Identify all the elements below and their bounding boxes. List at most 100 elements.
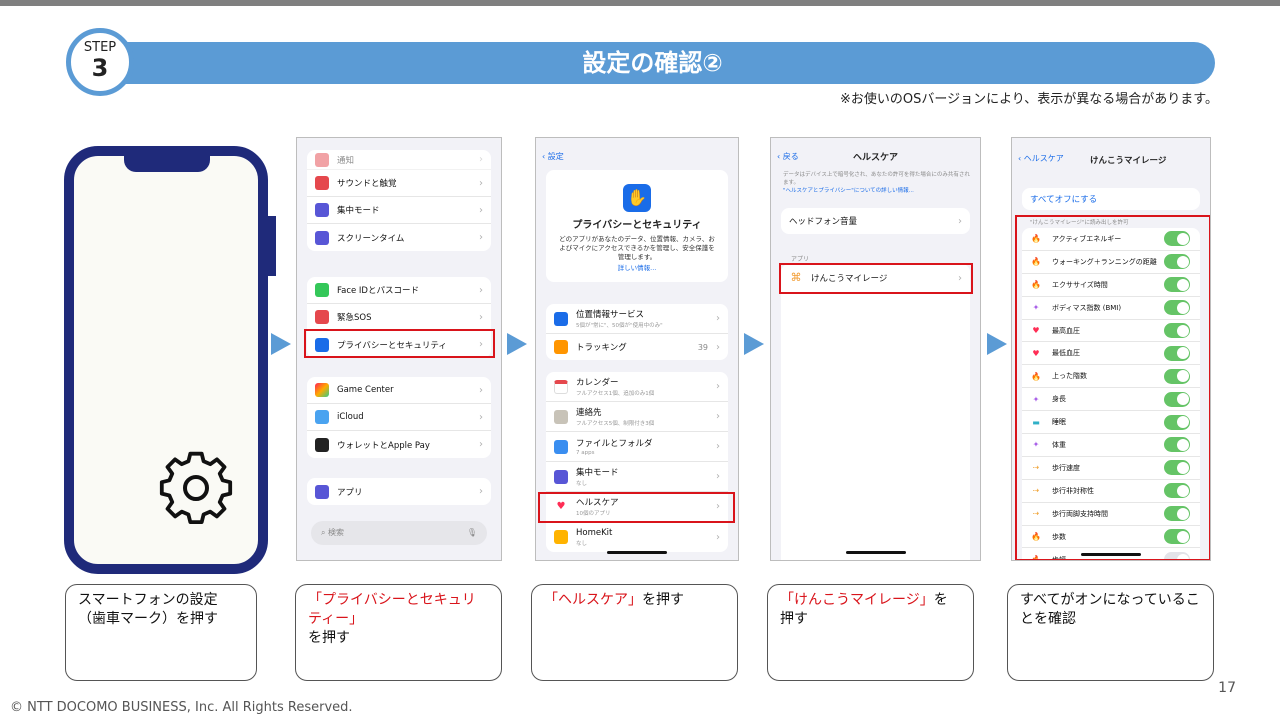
row-label: スクリーンタイム — [337, 233, 405, 244]
caption-text: を押す — [642, 592, 684, 608]
arrow-right-icon — [744, 333, 764, 355]
row-sub: フルアクセス1個、追加のみ1個 — [576, 391, 655, 397]
privacy-link[interactable]: 詳しい情報... — [546, 262, 728, 272]
search-placeholder: 検索 — [328, 528, 345, 537]
caption-step2: 「プライバシーとセキュリティー」 を押す — [295, 584, 502, 681]
all-off-button[interactable]: すべてオフにする — [1022, 188, 1200, 210]
row-label: 位置情報サービス — [576, 310, 645, 320]
step-label: STEP — [83, 40, 117, 55]
privacy-row-focus[interactable]: 集中モード なし › — [546, 462, 728, 492]
mic-icon[interactable]: 🎙 — [467, 521, 477, 545]
page-title: 設定の確認② — [582, 49, 723, 77]
settings-row-gamecenter[interactable]: Game Center › — [307, 377, 491, 404]
health-title: ヘルスケア — [852, 153, 898, 163]
row-label: ヘッドフォン音量 — [789, 217, 858, 227]
row-label: トラッキング — [576, 343, 627, 353]
settings-row-sound[interactable]: サウンドと触覚 › — [307, 170, 491, 197]
moon-icon — [315, 203, 329, 217]
search-icon: ⌕ — [321, 528, 326, 537]
calendar-icon — [554, 379, 568, 394]
highlight-privacy — [304, 329, 495, 358]
row-label: 連絡先 — [576, 408, 602, 418]
chevron-right-icon: › — [479, 232, 483, 243]
os-version-note: ※お使いのOSバージョンにより、表示が異なる場合があります。 — [839, 92, 1218, 107]
settings-row-sos[interactable]: 緊急SOS › — [307, 304, 491, 331]
caption-text: スマートフォンの設定 （歯車マーク）を押す — [78, 592, 218, 627]
row-sub: 5個が"常に"、50個が"使用中のみ" — [576, 323, 663, 329]
copyright: © NTT DOCOMO BUSINESS, Inc. All Rights R… — [10, 700, 353, 715]
row-label: Face IDとパスコード — [337, 286, 419, 296]
privacy-row-homekit[interactable]: HomeKit なし › — [546, 522, 728, 552]
settings-row-icloud[interactable]: iCloud › — [307, 404, 491, 431]
highlight-health — [538, 492, 735, 523]
settings-row-wallet[interactable]: ウォレットとApple Pay › — [307, 431, 491, 458]
privacy-row-contacts[interactable]: 連絡先 フルアクセス5個、制限付き3個 › — [546, 402, 728, 432]
row-label: Game Center — [337, 385, 394, 395]
caption-step5: すべてがオンになっていることを確認 — [1007, 584, 1214, 681]
gamecenter-icon — [315, 383, 329, 397]
privacy-row-files[interactable]: ファイルとフォルダ 7 apps › — [546, 432, 728, 462]
row-label: HomeKit — [576, 527, 613, 538]
settings-row-notifications[interactable]: 通知 › — [307, 150, 491, 170]
row-label: 通知 — [337, 155, 355, 166]
caption-step1: スマートフォンの設定 （歯車マーク）を押す — [65, 584, 257, 681]
tracking-icon — [554, 340, 568, 354]
speaker-icon — [315, 176, 329, 190]
row-sub: なし — [576, 481, 588, 487]
location-icon — [554, 311, 568, 326]
faceid-icon — [315, 283, 329, 297]
chevron-right-icon: › — [479, 486, 483, 497]
chevron-right-icon: › — [479, 284, 483, 296]
chevron-right-icon: › — [479, 411, 483, 423]
settings-row-focus[interactable]: 集中モード › — [307, 197, 491, 224]
privacy-row-calendar[interactable]: カレンダーフルアクセス1個、追加のみ1個 › — [546, 372, 728, 402]
home-indicator — [1081, 553, 1141, 556]
settings-row-screentime[interactable]: スクリーンタイム › — [307, 224, 491, 251]
privacy-group-b: カレンダーフルアクセス1個、追加のみ1個 › 連絡先 フルアクセス5個、制限付き3個… — [546, 372, 728, 552]
health-row-headphone[interactable]: ヘッドフォン音量 › — [781, 208, 970, 234]
highlight-kenko — [779, 263, 973, 294]
back-button[interactable]: ‹ ヘルスケア — [1018, 153, 1064, 164]
chevron-right-icon: › — [716, 531, 720, 543]
privacy-row-location[interactable]: 位置情報サービス 5個が"常に"、50個が"使用中のみ" › — [546, 304, 728, 334]
phone-notch — [124, 154, 210, 172]
row-label: アプリ — [337, 487, 363, 498]
health-description: データはデバイス上で暗号化され、あなたの許可を得た場合にのみ共有されます。 "ヘ… — [783, 171, 970, 195]
privacy-header-card: ✋ プライバシーとセキュリティ どのアプリがあなたのデータ、位置情報、カメラ、お… — [546, 170, 728, 282]
caption-highlight: 「けんこうマイレージ」 — [780, 592, 934, 608]
back-button[interactable]: ‹ 設定 — [542, 151, 564, 162]
privacy-screen: ‹ 設定 ✋ プライバシーとセキュリティ どのアプリがあなたのデータ、位置情報、… — [535, 137, 739, 561]
caption-text: すべてがオンになっていることを確認 — [1020, 592, 1200, 627]
settings-group-low: Game Center › iCloud › ウォレットとApple Pay › — [307, 377, 491, 458]
kenko-all-off-group: すべてオフにする — [1022, 188, 1200, 210]
row-label: カレンダー — [576, 378, 619, 388]
health-link[interactable]: "ヘルスケアとプライバシー"についての詳しい情報... — [783, 188, 914, 194]
home-indicator — [845, 551, 906, 554]
home-icon — [554, 530, 568, 544]
chevron-right-icon: › — [958, 215, 962, 227]
chevron-right-icon: › — [479, 154, 483, 165]
settings-screen: 設定 通知› サウンドと触覚› 集中モード› スクリーンタイム› Face ID… — [296, 137, 502, 561]
chevron-right-icon: › — [479, 384, 483, 396]
caption-highlight: 「ヘルスケア」 — [544, 592, 642, 608]
step-number: 3 — [91, 54, 109, 82]
settings-row-apps[interactable]: アプリ › — [307, 478, 491, 505]
chevron-right-icon: › — [479, 311, 483, 323]
settings-row-faceid[interactable]: Face IDとパスコード › — [307, 277, 491, 304]
kenko-screen: ‹ ヘルスケア けんこうマイレージ すべてオフにする "けんこうマイレージ"に読… — [1011, 137, 1211, 561]
gear-icon[interactable] — [156, 448, 236, 528]
chevron-right-icon: › — [479, 439, 483, 450]
row-label: ウォレットとApple Pay — [337, 440, 430, 451]
privacy-row-tracking[interactable]: トラッキング 39 › — [546, 334, 728, 360]
arrow-right-icon — [271, 333, 291, 355]
search-bar[interactable]: ⌕ 検索 🎙 — [311, 521, 487, 545]
tracking-count: 39 — [697, 342, 708, 352]
row-sub: なし — [576, 540, 588, 547]
caption-highlight: 「プライバシーとセキュリティー」 — [308, 592, 476, 627]
kenko-title: けんこうマイレージ — [1090, 156, 1167, 166]
chevron-right-icon: › — [716, 381, 720, 392]
caption-step4: 「けんこうマイレージ」を押す — [767, 584, 974, 681]
hourglass-icon — [315, 230, 329, 245]
chevron-right-icon: › — [479, 177, 483, 189]
chevron-right-icon: › — [716, 313, 720, 324]
